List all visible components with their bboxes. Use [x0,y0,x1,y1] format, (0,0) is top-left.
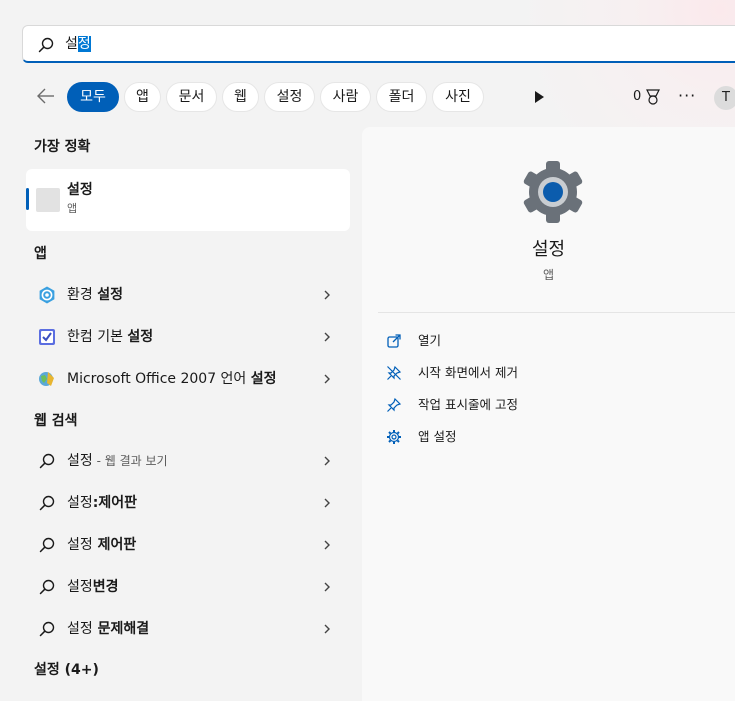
search-box[interactable]: 설정 [22,25,735,63]
chevron-right-icon[interactable] [322,455,332,467]
action-pin-taskbar[interactable]: 작업 표시줄에 고정 [386,393,686,417]
detail-panel: 설정 앱 열기 시작 화면에서 제거 작업 표시줄에 고정 앱 설정 [362,127,735,701]
play-icon[interactable] [532,89,546,105]
web-result-label: 설정 제어판 [67,537,137,553]
tab-web[interactable]: 웹 [222,82,259,112]
tab-all[interactable]: 모두 [67,82,119,112]
best-match-item[interactable]: 설정 앱 [26,169,350,231]
web-result-label: 설정 - 웹 결과 보기 [67,453,168,469]
tab-apps[interactable]: 앱 [124,82,161,112]
chevron-right-icon[interactable] [322,289,332,301]
tab-people[interactable]: 사람 [320,82,371,112]
action-open[interactable]: 열기 [386,329,686,353]
search-icon [39,621,55,637]
detail-subtitle: 앱 [542,268,555,282]
action-label: 앱 설정 [418,429,457,444]
tab-settings[interactable]: 설정 [264,82,315,112]
search-icon [38,37,54,53]
search-query-selection: 정 [77,36,91,52]
action-label: 시작 화면에서 제거 [418,365,518,380]
best-match-title: 설정 [67,182,93,198]
office-language-settings-icon [39,372,54,386]
chevron-right-icon[interactable] [322,581,332,593]
settings-gear-icon [523,161,583,223]
app-item-label: 환경 설정 [67,287,123,303]
chevron-right-icon[interactable] [322,497,332,509]
app-item-environment-settings[interactable]: 환경 설정 [26,276,350,314]
web-result-item[interactable]: 설정:제어판 [26,484,350,522]
selection-indicator [26,188,29,210]
apps-heading: 앱 [34,246,47,262]
tab-photos[interactable]: 사진 [432,82,484,112]
chevron-right-icon[interactable] [322,623,332,635]
search-icon [39,453,55,469]
avatar[interactable]: T [714,86,735,110]
settings-app-thumbnail [36,188,60,212]
app-item-label: Microsoft Office 2007 언어 설정 [67,371,277,387]
action-unpin-start[interactable]: 시작 화면에서 제거 [386,361,686,385]
web-result-item[interactable]: 설정변경 [26,568,350,606]
more-options-button[interactable]: ··· [678,86,696,106]
unpin-icon [387,365,402,380]
web-search-heading: 웹 검색 [34,413,78,429]
divider [378,312,735,313]
web-result-item[interactable]: 설정 - 웹 결과 보기 [26,442,350,480]
best-match-subtitle: 앱 [67,202,78,215]
action-label: 열기 [418,333,442,348]
web-result-label: 설정변경 [67,579,119,595]
app-item-office-language-settings[interactable]: Microsoft Office 2007 언어 설정 [26,360,350,398]
pin-icon [387,397,402,412]
back-arrow-icon[interactable] [36,86,56,106]
open-icon [387,334,401,348]
search-input[interactable]: 설정 [65,35,91,53]
tab-documents[interactable]: 문서 [166,82,217,112]
app-item-label: 한컴 기본 설정 [67,329,154,345]
environment-settings-icon [39,286,55,304]
search-icon [39,537,55,553]
search-icon [39,579,55,595]
settings-section-heading: 설정 (4+) [34,662,99,678]
detail-title: 설정 [531,239,566,260]
rewards-points[interactable]: 0 [633,88,641,106]
web-result-label: 설정:제어판 [67,495,138,511]
search-icon [39,495,55,511]
action-label: 작업 표시줄에 고정 [418,397,518,412]
web-result-item[interactable]: 설정 문제해결 [26,610,350,648]
chevron-right-icon[interactable] [322,373,332,385]
gear-icon [387,430,401,444]
search-query-text: 설 [65,36,78,52]
tab-folders[interactable]: 폴더 [376,82,427,112]
hancom-settings-icon [39,329,55,345]
web-result-item[interactable]: 설정 제어판 [26,526,350,564]
medal-icon[interactable] [645,88,661,106]
best-match-heading: 가장 정확 [34,139,91,155]
chevron-right-icon[interactable] [322,539,332,551]
action-app-settings[interactable]: 앱 설정 [386,425,686,449]
web-result-label: 설정 문제해결 [67,621,150,637]
chevron-right-icon[interactable] [322,331,332,343]
app-item-hancom-settings[interactable]: 한컴 기본 설정 [26,318,350,356]
